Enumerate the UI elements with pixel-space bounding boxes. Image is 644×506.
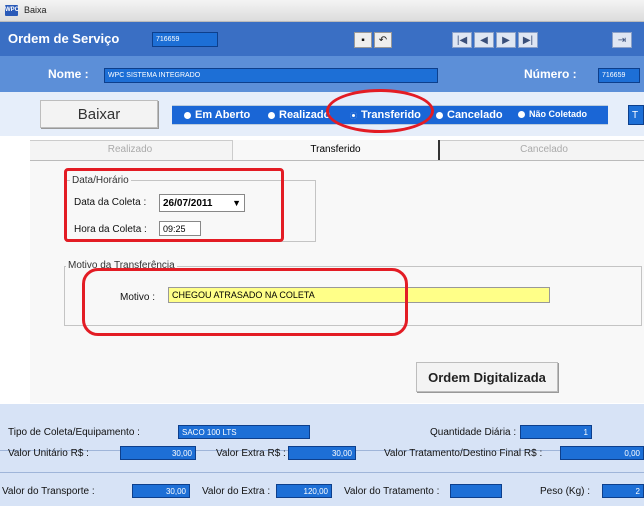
nome-label: Nome : (48, 67, 89, 81)
tab-realizado[interactable]: Realizado (30, 140, 230, 162)
nav-prev-icon[interactable]: ◀ (474, 32, 494, 48)
qtd-label: Quantidade Diária : (430, 427, 517, 438)
app-icon: WPC (5, 5, 19, 16)
tab-transferido[interactable]: Transferido (232, 140, 440, 162)
tratamento-label: Valor do Tratamento : (344, 486, 440, 497)
valor-trat-field[interactable]: 0,00 (560, 446, 644, 460)
extra-field[interactable]: T (628, 105, 644, 125)
valor-unit-label: Valor Unitário R$ : (8, 448, 89, 459)
numero-label: Número : (524, 67, 577, 81)
radio-nao-coletado[interactable]: Não Coletado (518, 109, 587, 119)
tab-cancelado[interactable]: Cancelado (444, 140, 644, 162)
nav-first-icon[interactable]: |◀ (452, 32, 472, 48)
nav-next-icon[interactable]: ▶ (496, 32, 516, 48)
baixar-button[interactable]: Baixar (40, 100, 158, 128)
radio-em-aberto[interactable]: Em Aberto (184, 109, 250, 121)
tratamento-field[interactable] (450, 484, 502, 498)
valor-trat-label: Valor Tratamento/Destino Final R$ : (384, 448, 543, 459)
save-icon[interactable]: ▪ (354, 32, 372, 48)
annotation-round-motivo (82, 268, 408, 336)
transporte-field[interactable]: 30,00 (132, 484, 190, 498)
valor-extra-label: Valor Extra R$ : (216, 448, 286, 459)
ordem-label: Ordem de Serviço (8, 31, 120, 46)
tipo-label: Tipo de Coleta/Equipamento : (8, 427, 140, 438)
valor-extra-field[interactable]: 30,00 (288, 446, 356, 460)
qtd-field[interactable]: 1 (520, 425, 592, 439)
exit-icon[interactable]: ⇥ (612, 32, 632, 48)
undo-icon[interactable]: ↶ (374, 32, 392, 48)
tipo-field[interactable]: SACO 100 LTS (178, 425, 310, 439)
window-title: Baixa (24, 5, 47, 15)
peso-field[interactable]: 2 (602, 484, 644, 498)
nav-last-icon[interactable]: ▶| (518, 32, 538, 48)
numero-field[interactable]: 716659 (598, 68, 640, 83)
ordem-digitalizada-button[interactable]: Ordem Digitalizada (416, 362, 558, 392)
divider (0, 472, 644, 473)
radio-realizado[interactable]: Realizado (268, 109, 330, 121)
valor-unit-field[interactable]: 30,00 (120, 446, 196, 460)
window-titlebar (0, 0, 644, 22)
annotation-rect-data (64, 168, 284, 242)
annotation-ellipse-transferido (326, 89, 434, 133)
peso-label: Peso (Kg) : (540, 486, 591, 497)
ordem-field[interactable]: 716659 (152, 32, 218, 47)
do-extra-field[interactable]: 120,00 (276, 484, 332, 498)
radio-cancelado[interactable]: Cancelado (436, 109, 503, 121)
nome-field[interactable]: WPC SISTEMA INTEGRADO (104, 68, 438, 83)
transporte-label: Valor do Transporte : (2, 486, 95, 497)
do-extra-label: Valor do Extra : (202, 486, 271, 497)
